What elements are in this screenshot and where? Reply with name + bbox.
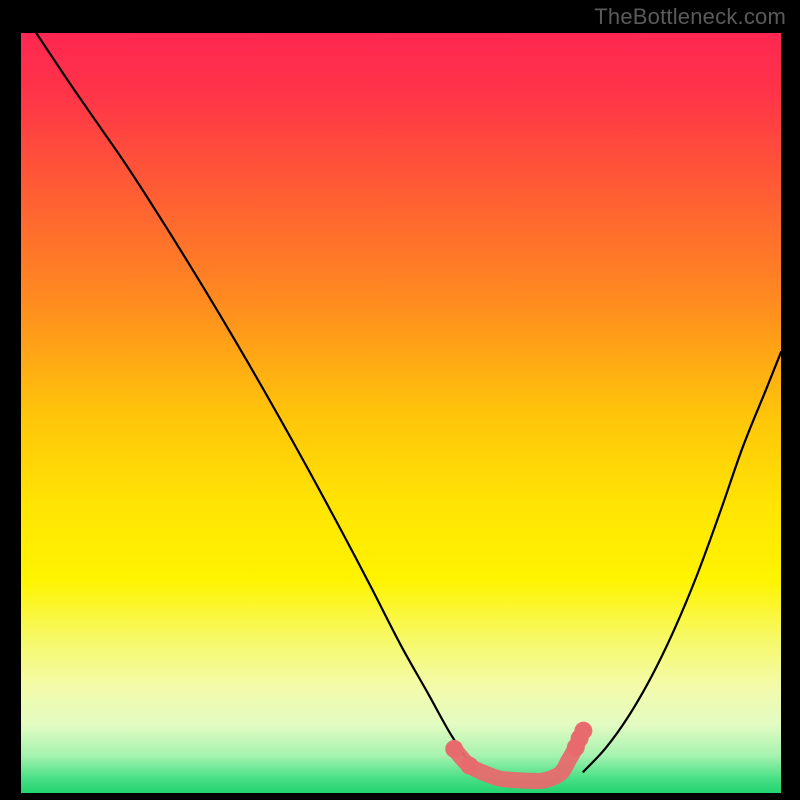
accent-dot (460, 757, 478, 775)
accent-dot (574, 722, 592, 740)
plot-svg (21, 33, 781, 793)
chart-container: TheBottleneck.com (0, 0, 800, 800)
accent-dot (445, 740, 463, 758)
watermark-text: TheBottleneck.com (594, 4, 786, 30)
plot-area (21, 33, 781, 793)
gradient-background (21, 33, 781, 793)
